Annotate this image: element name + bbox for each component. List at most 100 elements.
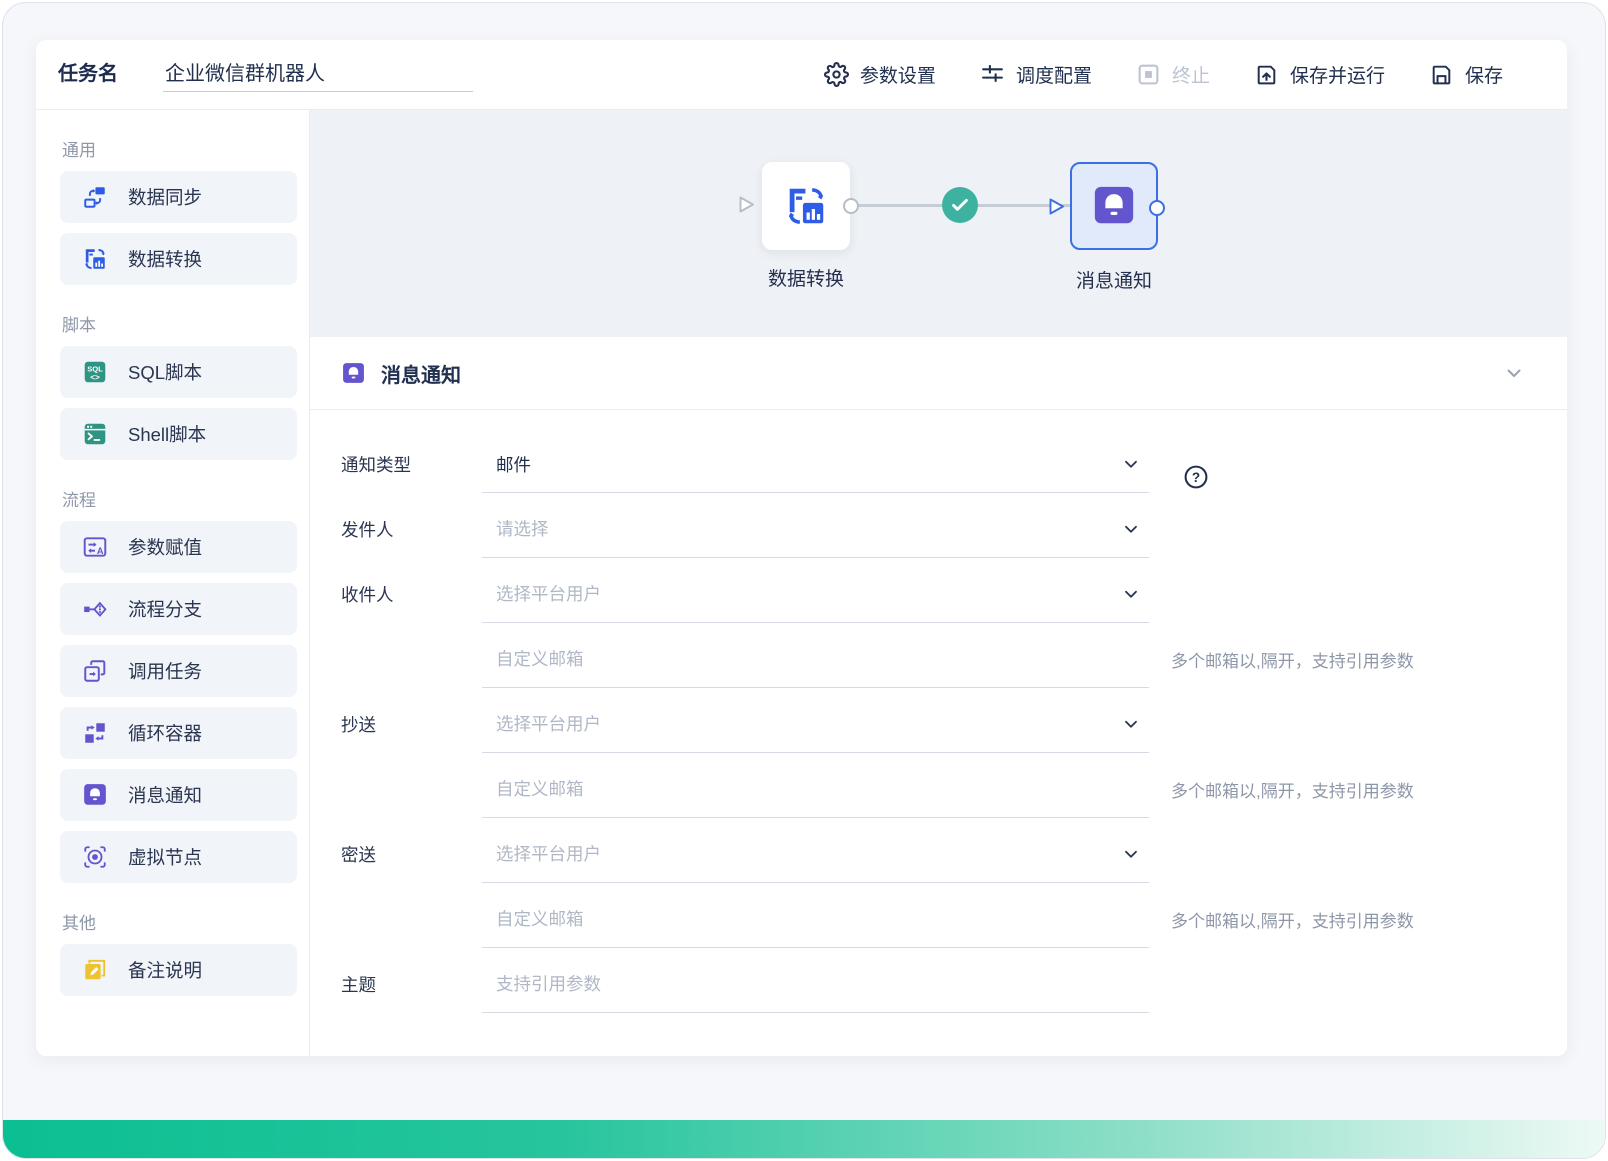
- param-assign-icon: [83, 537, 107, 557]
- bell-icon: [84, 784, 106, 805]
- stop-icon: [1138, 64, 1159, 85]
- field-label: [341, 631, 482, 688]
- node-label: 数据转换: [767, 269, 845, 290]
- chevron-down-icon[interactable]: [1121, 584, 1141, 604]
- save-and-run-label: 保存并运行: [1289, 66, 1385, 87]
- cc-select[interactable]: [482, 696, 1149, 753]
- cc-custom-field[interactable]: [482, 761, 1149, 818]
- sidebar-item-data-transform[interactable]: 数据转换: [60, 233, 297, 285]
- sidebar-item-shell-script[interactable]: Shell脚本: [60, 408, 297, 460]
- node-message-notify[interactable]: 消息通知: [1049, 162, 1165, 292]
- node-label: 消息通知: [1075, 271, 1153, 292]
- section-label-flow: 流程: [62, 491, 96, 510]
- save-label: 保存: [1464, 66, 1503, 87]
- sidebar-item-label: 备注说明: [128, 960, 203, 981]
- bell-icon: [1094, 186, 1134, 224]
- node-palette-sidebar: 通用 数据同步 数据转换 脚本 SQL脚本 Shell脚本 流程 参数赋值 流程…: [36, 110, 310, 1056]
- sidebar-item-message-notify[interactable]: 消息通知: [60, 769, 297, 821]
- sidebar-item-data-sync[interactable]: 数据同步: [60, 171, 297, 223]
- chevron-down-icon[interactable]: [1121, 714, 1141, 734]
- bcc-input[interactable]: [482, 843, 1149, 865]
- notify-type-value[interactable]: [482, 453, 1149, 475]
- node-data-transform[interactable]: 数据转换: [739, 162, 859, 290]
- sidebar-item-call-task[interactable]: 调用任务: [60, 645, 297, 697]
- sidebar-item-branch[interactable]: 流程分支: [60, 583, 297, 635]
- form-row-cc: 抄送: [341, 696, 1567, 761]
- task-name-group: 任务名: [58, 57, 473, 92]
- task-name-label: 任务名: [58, 63, 118, 85]
- email-hint-text: 多个邮箱以,隔开，支持引用参数: [1171, 912, 1414, 931]
- edge-success-badge: [942, 187, 978, 223]
- schedule-config-label: 调度配置: [1015, 66, 1092, 87]
- chevron-down-icon[interactable]: [1121, 519, 1141, 539]
- question-icon[interactable]: [1183, 464, 1209, 490]
- chevron-down-icon[interactable]: [1121, 844, 1141, 864]
- field-label: 抄送: [341, 715, 376, 735]
- recipient-select[interactable]: [482, 566, 1149, 623]
- cc-custom-email-input[interactable]: [482, 778, 1149, 800]
- sidebar-item-label: 流程分支: [128, 599, 203, 620]
- schedule-config-button[interactable]: 调度配置: [980, 61, 1092, 88]
- sender-input[interactable]: [482, 518, 1149, 540]
- loop-container-icon: [84, 722, 106, 744]
- terminate-label: 终止: [1171, 66, 1210, 87]
- main-area: 通用 数据同步 数据转换 脚本 SQL脚本 Shell脚本 流程 参数赋值 流程…: [36, 110, 1567, 1056]
- topbar: 任务名 参数设置 调度配置 终止 保存并运行: [36, 40, 1567, 110]
- notify-type-select[interactable]: [482, 436, 1149, 493]
- sidebar-item-label: 调用任务: [128, 661, 203, 682]
- section-label-script: 脚本: [62, 316, 96, 335]
- workflow-canvas[interactable]: 数据转换 消息通知: [310, 110, 1567, 337]
- sidebar-item-loop-container[interactable]: 循环容器: [60, 707, 297, 759]
- cc-input[interactable]: [482, 713, 1149, 735]
- call-task-icon: [84, 660, 106, 682]
- sidebar-item-label: 虚拟节点: [128, 847, 203, 868]
- form-row-recipient: 收件人: [341, 566, 1567, 631]
- sidebar-item-label: Shell脚本: [128, 424, 207, 445]
- terminate-button[interactable]: 终止: [1136, 61, 1210, 88]
- save-button[interactable]: 保存: [1429, 61, 1503, 88]
- subject-input[interactable]: [482, 973, 1149, 995]
- subject-field[interactable]: [482, 956, 1149, 1013]
- email-hint-text: 多个邮箱以,隔开，支持引用参数: [1171, 782, 1414, 801]
- sidebar-item-label: 参数赋值: [128, 537, 203, 558]
- sidebar-item-label: 循环容器: [128, 723, 203, 744]
- sidebar-item-label: 消息通知: [128, 785, 203, 806]
- output-port[interactable]: [843, 198, 859, 214]
- recipient-custom-field[interactable]: [482, 631, 1149, 688]
- field-label: 密送: [341, 845, 376, 865]
- save-icon: [1432, 65, 1451, 85]
- sliders-icon: [982, 64, 1003, 83]
- sidebar-item-note[interactable]: 备注说明: [60, 944, 297, 996]
- recipient-custom-email-input[interactable]: [482, 648, 1149, 670]
- task-name-input[interactable]: [163, 58, 473, 92]
- bcc-custom-field[interactable]: [482, 891, 1149, 948]
- topbar-actions: 参数设置 调度配置 终止 保存并运行 保存: [823, 61, 1503, 88]
- bottom-gradient-bar: [3, 1120, 1605, 1158]
- bcc-select[interactable]: [482, 826, 1149, 883]
- data-transform-icon: [84, 248, 106, 270]
- collapse-chevron-icon[interactable]: [1503, 362, 1525, 384]
- field-label: [341, 761, 482, 818]
- input-port-icon[interactable]: [1046, 196, 1068, 218]
- recipient-input[interactable]: [482, 583, 1149, 605]
- shell-script-icon: [83, 422, 107, 446]
- chevron-down-icon[interactable]: [1121, 454, 1141, 474]
- sidebar-item-sql-script[interactable]: SQL脚本: [60, 346, 297, 398]
- data-transform-icon: [787, 187, 825, 225]
- field-label: 发件人: [341, 520, 394, 540]
- sender-select[interactable]: [482, 501, 1149, 558]
- node-config-panel-header: 消息通知: [310, 337, 1567, 410]
- gear-icon: [823, 62, 849, 87]
- param-settings-button[interactable]: 参数设置: [823, 61, 936, 88]
- output-port[interactable]: [1149, 200, 1165, 216]
- sidebar-item-virtual-node[interactable]: 虚拟节点: [60, 831, 297, 883]
- form-row-sender: 发件人: [341, 501, 1567, 566]
- input-port-icon[interactable]: [736, 194, 758, 216]
- sidebar-item-param-assign[interactable]: 参数赋值: [60, 521, 297, 573]
- save-and-run-button[interactable]: 保存并运行: [1254, 61, 1385, 88]
- content-area: 数据转换 消息通知 消息通知 通知类型 邮件 发件人 请选择 收件人 选择平台用…: [310, 110, 1567, 1056]
- sidebar-item-label: 数据转换: [128, 249, 203, 270]
- form-row-bcc-custom: 多个邮箱以,隔开，支持引用参数: [341, 891, 1567, 956]
- save-run-icon: [1257, 65, 1276, 85]
- bcc-custom-email-input[interactable]: [482, 908, 1149, 930]
